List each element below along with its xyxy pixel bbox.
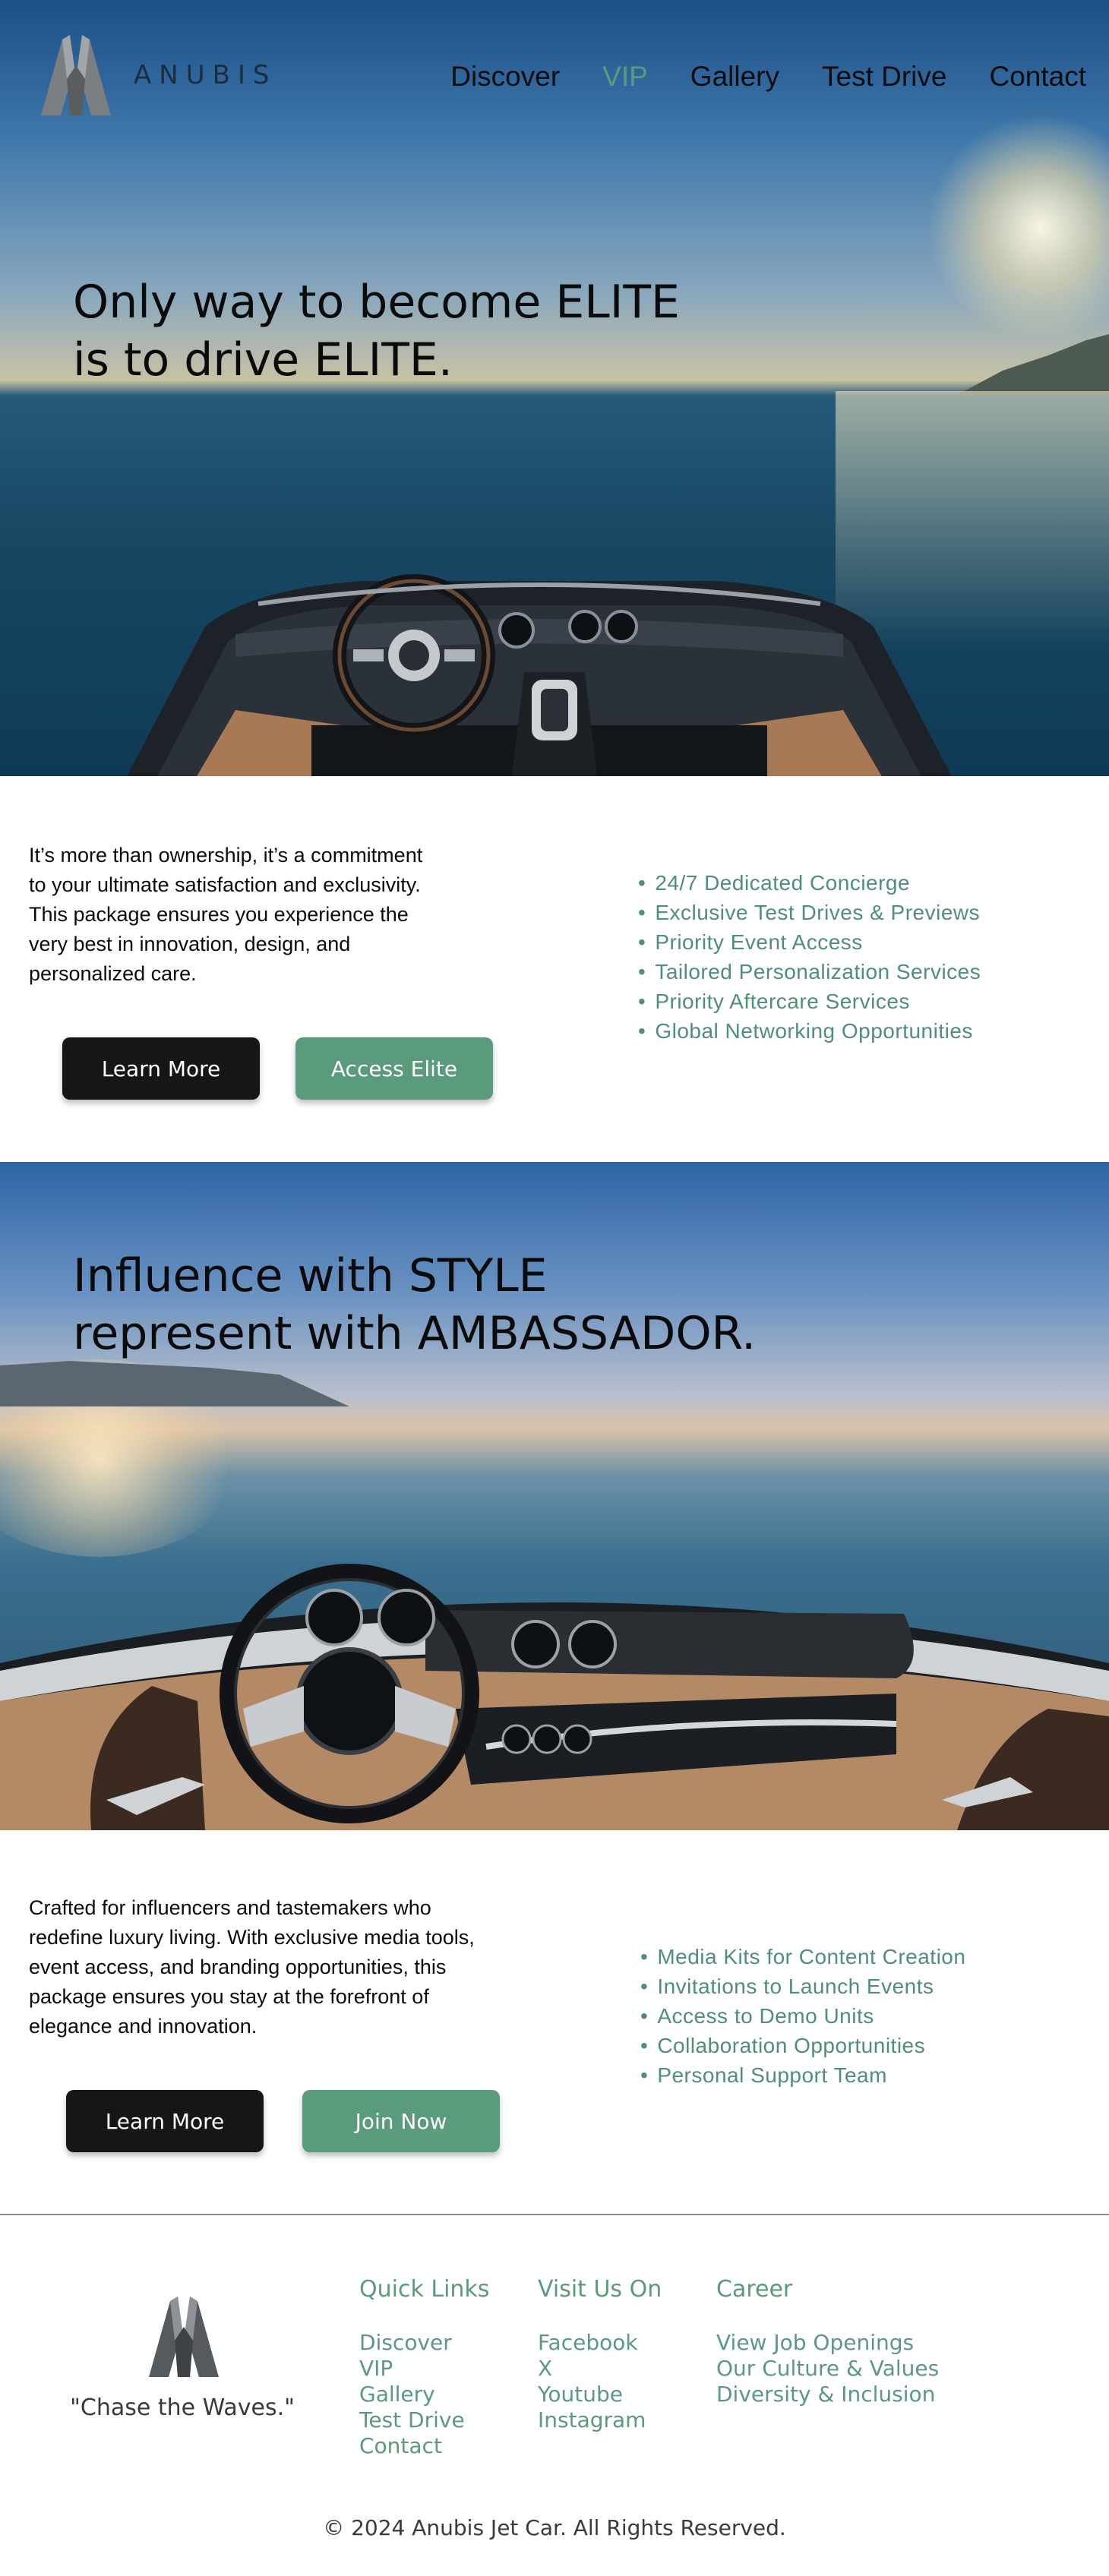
- elite-benefits-list: 24/7 Dedicated Concierge Exclusive Test …: [638, 868, 981, 1046]
- hero-ambassador-line-2: represent with AMBASSADOR.: [73, 1307, 757, 1360]
- footer-link-x[interactable]: X: [538, 2356, 662, 2382]
- join-now-button[interactable]: Join Now: [302, 2090, 500, 2152]
- footer-link-job-openings[interactable]: View Job Openings: [716, 2330, 939, 2356]
- footer-link-facebook[interactable]: Facebook: [538, 2330, 662, 2356]
- footer-link-diversity[interactable]: Diversity & Inclusion: [716, 2382, 939, 2407]
- nav-gallery[interactable]: Gallery: [690, 61, 779, 93]
- footer-link-culture-values[interactable]: Our Culture & Values: [716, 2356, 939, 2382]
- footer-column-title: Career: [716, 2276, 793, 2303]
- car-interior-image: [0, 1564, 1109, 1830]
- list-item: Priority Event Access: [638, 927, 981, 957]
- hero-elite-line-1: Only way to become ELITE: [73, 276, 680, 329]
- footer-link-youtube[interactable]: Youtube: [538, 2382, 662, 2407]
- footer-link-instagram[interactable]: Instagram: [538, 2407, 662, 2433]
- nav-vip[interactable]: VIP: [602, 61, 648, 93]
- hero-elite: ANUBIS Discover VIP Gallery Test Drive C…: [0, 0, 1109, 776]
- footer-column-title: Quick Links: [359, 2276, 490, 2303]
- brand-name: ANUBIS: [134, 60, 277, 90]
- ambassador-benefits-list: Media Kits for Content Creation Invitati…: [640, 1942, 965, 2090]
- nav-contact[interactable]: Contact: [989, 61, 1086, 93]
- hero-elite-headline: Only way to become ELITE is to drive ELI…: [73, 273, 680, 389]
- footer-link-test-drive[interactable]: Test Drive: [359, 2407, 489, 2433]
- footer-logo-icon[interactable]: [144, 2295, 223, 2379]
- shoreline-shape: [0, 1361, 349, 1406]
- list-item: Tailored Personalization Services: [638, 957, 981, 987]
- ambassador-description: Crafted for influencers and tastemakers …: [29, 1896, 475, 2038]
- page: ANUBIS Discover VIP Gallery Test Drive C…: [0, 0, 1109, 2576]
- list-item: Access to Demo Units: [640, 2001, 965, 2031]
- footer-divider: [0, 2214, 1109, 2215]
- footer-link-discover[interactable]: Discover: [359, 2330, 489, 2356]
- ambassador-learn-more-button[interactable]: Learn More: [66, 2090, 264, 2152]
- list-item: Media Kits for Content Creation: [640, 1942, 965, 1971]
- nav-test-drive[interactable]: Test Drive: [822, 61, 946, 93]
- footer-link-vip[interactable]: VIP: [359, 2356, 489, 2382]
- elite-learn-more-button[interactable]: Learn More: [62, 1037, 260, 1100]
- copyright-text: © 2024 Anubis Jet Car. All Rights Reserv…: [323, 2515, 786, 2540]
- main-nav: Discover VIP Gallery Test Drive Contact: [450, 61, 1086, 93]
- list-item: Global Networking Opportunities: [638, 1016, 981, 1046]
- footer-quick-links: Quick Links Discover VIP Gallery Test Dr…: [359, 2276, 489, 2459]
- list-item: 24/7 Dedicated Concierge: [638, 868, 981, 898]
- footer-social-links: Visit Us On Facebook X Youtube Instagram: [538, 2276, 662, 2433]
- footer-column-title: Visit Us On: [538, 2276, 662, 2303]
- hero-elite-line-2: is to drive ELITE.: [73, 333, 453, 387]
- hero-ambassador-headline: Influence with STYLE represent with AMBA…: [73, 1247, 756, 1362]
- footer-link-gallery[interactable]: Gallery: [359, 2382, 489, 2407]
- hero-ambassador: Influence with STYLE represent with AMBA…: [0, 1162, 1109, 1830]
- footer-career-links: Career View Job Openings Our Culture & V…: [716, 2276, 939, 2407]
- list-item: Priority Aftercare Services: [638, 987, 981, 1016]
- list-item: Personal Support Team: [640, 2060, 965, 2090]
- ambassador-package: Crafted for influencers and tastemakers …: [0, 1830, 1109, 2214]
- elite-description: It’s more than ownership, it’s a commitm…: [29, 844, 423, 985]
- access-elite-button[interactable]: Access Elite: [295, 1037, 493, 1100]
- hero-ambassador-line-1: Influence with STYLE: [73, 1249, 548, 1302]
- list-item: Exclusive Test Drives & Previews: [638, 898, 981, 927]
- list-item: Invitations to Launch Events: [640, 1971, 965, 2001]
- list-item: Collaboration Opportunities: [640, 2031, 965, 2060]
- footer-link-contact[interactable]: Contact: [359, 2433, 489, 2459]
- nav-discover[interactable]: Discover: [450, 61, 560, 93]
- cliff-shape: [957, 334, 1109, 395]
- sun-glow: [927, 114, 1109, 342]
- car-dashboard-image: [127, 574, 952, 776]
- footer-tagline: "Chase the Waves.": [70, 2394, 295, 2421]
- elite-package: It’s more than ownership, it’s a commitm…: [0, 776, 1109, 1162]
- brand-logo[interactable]: ANUBIS: [36, 33, 277, 117]
- anubis-logo-icon: [41, 35, 111, 115]
